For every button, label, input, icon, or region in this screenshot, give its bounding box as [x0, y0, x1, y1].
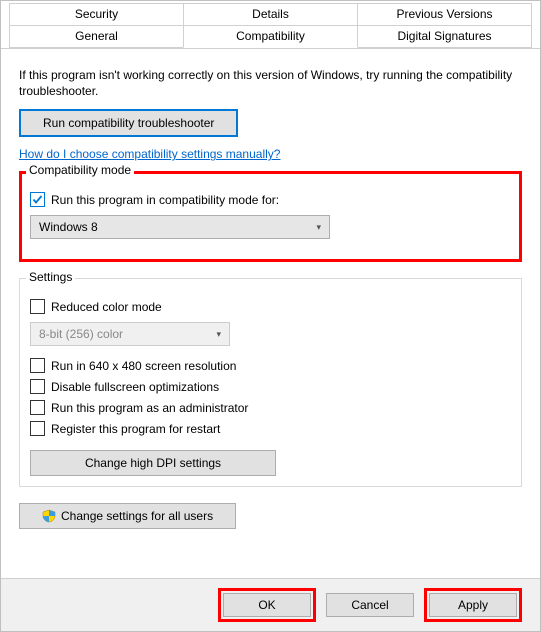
ok-button[interactable]: OK	[223, 593, 311, 617]
chevron-down-icon: ▾	[316, 222, 321, 233]
color-mode-value: 8-bit (256) color	[39, 327, 123, 341]
compat-os-value: Windows 8	[39, 220, 98, 234]
color-mode-dropdown: 8-bit (256) color ▾	[30, 322, 230, 346]
ok-highlight: OK	[218, 588, 316, 622]
uac-shield-icon	[42, 509, 56, 523]
tab-previous-versions[interactable]: Previous Versions	[357, 3, 532, 26]
apply-button[interactable]: Apply	[429, 593, 517, 617]
chevron-down-icon: ▾	[216, 329, 221, 340]
run-admin-label: Run this program as an administrator	[51, 401, 248, 415]
tab-strip: Security Details Previous Versions Gener…	[1, 1, 540, 49]
compat-os-dropdown[interactable]: Windows 8 ▾	[30, 215, 330, 239]
cancel-button[interactable]: Cancel	[326, 593, 414, 617]
tab-digital-signatures[interactable]: Digital Signatures	[357, 25, 532, 48]
run-640-label: Run in 640 x 480 screen resolution	[51, 359, 236, 373]
tab-compatibility[interactable]: Compatibility	[183, 25, 358, 48]
properties-dialog: Security Details Previous Versions Gener…	[0, 0, 541, 632]
tab-body: If this program isn't working correctly …	[1, 49, 540, 529]
dialog-footer: OK Cancel Apply	[1, 578, 540, 631]
disable-fullscreen-label: Disable fullscreen optimizations	[51, 380, 219, 394]
run-admin-checkbox[interactable]	[30, 400, 45, 415]
settings-group: Settings Reduced color mode 8-bit (256) …	[19, 278, 522, 487]
compatibility-mode-group: Compatibility mode Run this program in c…	[19, 171, 522, 262]
run-troubleshooter-button[interactable]: Run compatibility troubleshooter	[19, 109, 238, 137]
reduced-color-label: Reduced color mode	[51, 300, 162, 314]
settings-legend: Settings	[26, 270, 75, 284]
tab-details[interactable]: Details	[183, 3, 358, 26]
compat-mode-checkbox[interactable]	[30, 192, 45, 207]
disable-fullscreen-checkbox[interactable]	[30, 379, 45, 394]
run-640-checkbox[interactable]	[30, 358, 45, 373]
reduced-color-checkbox[interactable]	[30, 299, 45, 314]
tab-security[interactable]: Security	[9, 3, 184, 26]
intro-text: If this program isn't working correctly …	[19, 67, 522, 99]
help-link[interactable]: How do I choose compatibility settings m…	[19, 147, 280, 161]
compat-legend: Compatibility mode	[26, 163, 134, 177]
change-all-users-button[interactable]: Change settings for all users	[19, 503, 236, 529]
compat-mode-label: Run this program in compatibility mode f…	[51, 193, 279, 207]
apply-highlight: Apply	[424, 588, 522, 622]
register-restart-checkbox[interactable]	[30, 421, 45, 436]
register-restart-label: Register this program for restart	[51, 422, 220, 436]
change-dpi-button[interactable]: Change high DPI settings	[30, 450, 276, 476]
tab-general[interactable]: General	[9, 25, 184, 48]
change-all-users-label: Change settings for all users	[61, 509, 213, 523]
